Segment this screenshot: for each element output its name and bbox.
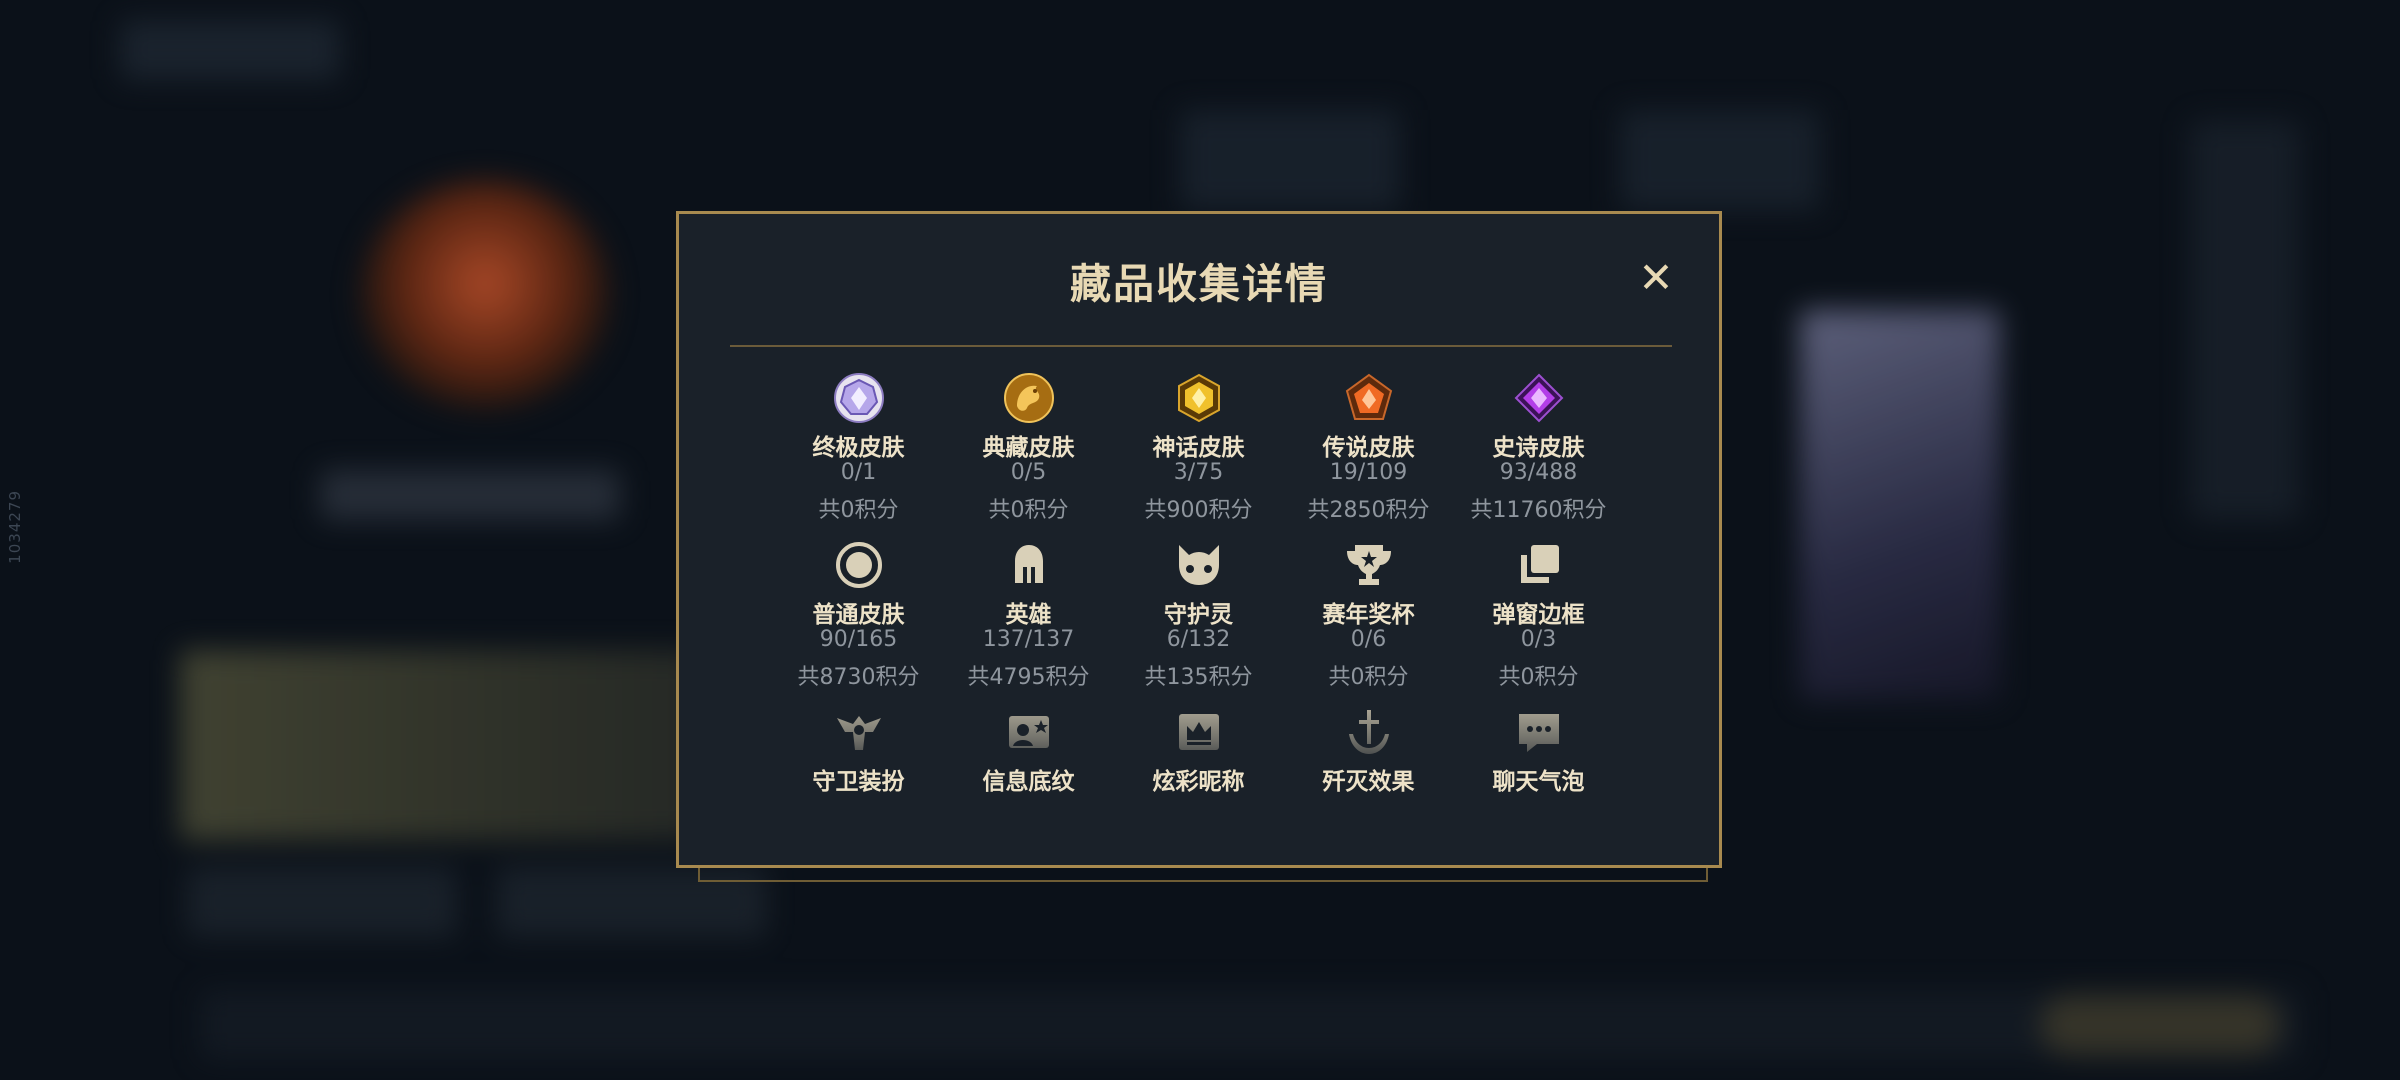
bg-bottom-bar xyxy=(200,990,2300,1060)
bg-gold-button xyxy=(2040,995,2280,1055)
normal-skin-ring-icon xyxy=(833,539,885,591)
item-count: 90/165 xyxy=(819,627,898,652)
item-label: 传说皮肤 xyxy=(1322,435,1415,461)
item-points: 共0积分 xyxy=(1328,665,1409,690)
item-label: 典藏皮肤 xyxy=(982,435,1075,461)
bg-player-name xyxy=(320,470,620,520)
item-label: 信息底纹 xyxy=(982,769,1075,795)
item-points: 共900积分 xyxy=(1144,498,1253,523)
popup-frame-icon xyxy=(1513,539,1565,591)
item-points: 共0积分 xyxy=(818,498,899,523)
item-points: 共0积分 xyxy=(1498,665,1579,690)
bg-button-left xyxy=(190,870,454,934)
epic-skin-gem-icon xyxy=(1513,372,1565,424)
chat-bubble-icon xyxy=(1513,706,1565,758)
legendary-skin-gem-icon xyxy=(1343,372,1395,424)
bg-top-card xyxy=(1180,110,1400,210)
item-label: 炫彩昵称 xyxy=(1152,769,1245,795)
title-divider xyxy=(730,345,1672,347)
item-label: 守护灵 xyxy=(1164,602,1233,628)
bg-top-card xyxy=(1620,110,1820,210)
item-label: 史诗皮肤 xyxy=(1492,435,1585,461)
item-label: 普通皮肤 xyxy=(812,602,905,628)
item-points: 共4795积分 xyxy=(967,665,1090,690)
collection-skin-dragon-icon xyxy=(1003,372,1055,424)
item-points: 共8730积分 xyxy=(797,665,920,690)
item-count: 93/488 xyxy=(1499,460,1578,485)
hero-helmet-icon xyxy=(1003,539,1055,591)
item-count: 0/6 xyxy=(1350,627,1387,652)
item-count: 6/132 xyxy=(1166,627,1231,652)
item-points: 共11760积分 xyxy=(1470,498,1607,523)
elimination-effect-icon xyxy=(1343,706,1395,758)
collection-details-modal: 藏品收集详情 ✕ 终极皮肤 0/1 共0积分 典藏皮肤 0/5 共0积分 神话皮… xyxy=(676,211,1722,868)
bg-player-avatar xyxy=(360,180,610,410)
bg-skin-card xyxy=(1800,310,2000,700)
item-count: 0/3 xyxy=(1520,627,1557,652)
ultimate-skin-gem-icon xyxy=(833,372,885,424)
item-count: 19/109 xyxy=(1329,460,1408,485)
ward-skin-icon xyxy=(833,706,885,758)
player-id-vertical-text: 1034279 xyxy=(6,490,24,564)
colored-nickname-icon xyxy=(1173,706,1225,758)
bg-banner xyxy=(180,650,700,840)
item-points: 共0积分 xyxy=(988,498,1069,523)
guardian-spirit-icon xyxy=(1173,539,1225,591)
item-label: 守卫装扮 xyxy=(812,769,905,795)
modal-title: 藏品收集详情 xyxy=(1070,260,1328,308)
item-count: 137/137 xyxy=(982,627,1075,652)
item-points: 共135积分 xyxy=(1144,665,1253,690)
item-count: 0/5 xyxy=(1010,460,1047,485)
item-label: 聊天气泡 xyxy=(1492,769,1585,795)
item-count: 0/1 xyxy=(840,460,877,485)
item-count: 3/75 xyxy=(1173,460,1224,485)
item-label: 弹窗边框 xyxy=(1492,602,1585,628)
item-label: 赛年奖杯 xyxy=(1322,602,1415,628)
item-label: 歼灭效果 xyxy=(1322,769,1415,795)
bg-top-bar xyxy=(120,20,340,80)
item-label: 英雄 xyxy=(1005,602,1052,628)
close-icon[interactable]: ✕ xyxy=(1634,256,1678,300)
mythic-skin-gem-icon xyxy=(1173,372,1225,424)
item-label: 神话皮肤 xyxy=(1152,435,1245,461)
item-points: 共2850积分 xyxy=(1307,498,1430,523)
bg-side-menu xyxy=(2190,120,2300,520)
trophy-icon xyxy=(1343,539,1395,591)
info-card-icon xyxy=(1003,706,1055,758)
item-label: 终极皮肤 xyxy=(812,435,905,461)
